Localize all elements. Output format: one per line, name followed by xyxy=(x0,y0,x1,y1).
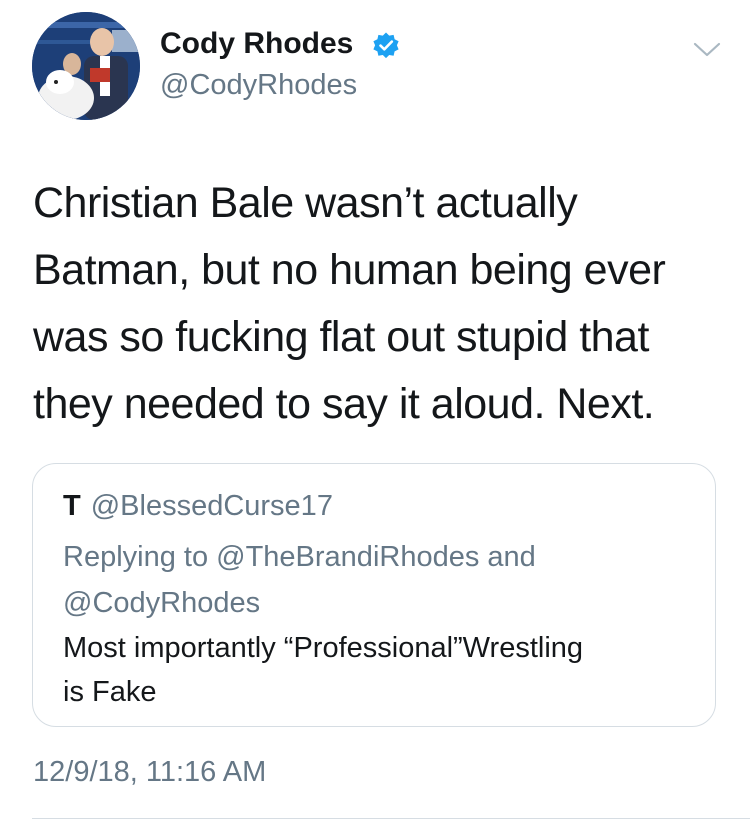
tweet-text-line: was so fucking flat out stupid that xyxy=(33,313,649,361)
tweet-text-line: they needed to say it aloud. Next. xyxy=(33,380,655,428)
timestamp[interactable]: 12/9/18, 11:16 AM xyxy=(33,752,266,792)
quoted-tweet-card[interactable]: T @BlessedCurse17 Replying to @TheBrandiR… xyxy=(32,463,716,727)
quoted-author-handle: @BlessedCurse17 xyxy=(90,490,333,522)
replying-to-text: Replying to @TheBrandiRhodes and @CodyRh… xyxy=(63,534,703,626)
quoted-text-line: Most importantly “Professional”Wrestling xyxy=(63,632,584,664)
quoted-text-line: is Fake xyxy=(63,676,157,708)
divider xyxy=(32,818,750,819)
quoted-tweet-text: Most importantly “Professional”Wrestling… xyxy=(63,626,703,714)
replying-to-line: Replying to @TheBrandiRhodes and xyxy=(63,541,536,573)
display-name[interactable]: Cody Rhodes xyxy=(160,24,353,64)
avatar-photo xyxy=(32,12,140,120)
verified-badge-icon xyxy=(373,32,399,59)
tweet-card: Cody Rhodes @CodyRhodes Christian Bale w… xyxy=(0,0,750,829)
tweet-text-line: Christian Bale wasn’t actually xyxy=(33,179,578,227)
tweet-text-line: Batman, but no human being ever xyxy=(33,246,666,294)
quoted-author-row: T @BlessedCurse17 xyxy=(63,486,333,526)
handle[interactable]: @CodyRhodes xyxy=(160,66,357,104)
quoted-author-name: T xyxy=(63,490,81,522)
replying-to-line: @CodyRhodes xyxy=(63,587,261,619)
avatar[interactable] xyxy=(32,12,140,120)
tweet-text: Christian Bale wasn’t actually Batman, b… xyxy=(33,170,723,438)
chevron-down-icon[interactable] xyxy=(690,36,724,62)
